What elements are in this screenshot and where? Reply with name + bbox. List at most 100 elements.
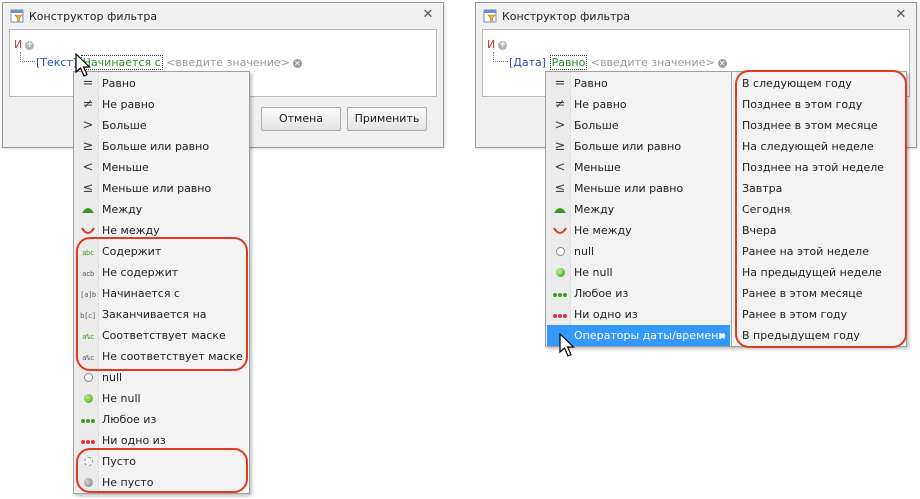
menu-item-label: Пусто — [102, 455, 136, 468]
tree-connector — [493, 52, 508, 62]
submenu-item[interactable]: Позднее в этом месяце — [742, 115, 878, 136]
not-between-icon — [78, 220, 98, 241]
between-icon — [78, 199, 98, 220]
menu-item-any-of[interactable]: Любое из — [75, 409, 248, 430]
none-of-icon — [78, 430, 98, 451]
submenu-item[interactable]: Позднее на этой неделе — [742, 157, 884, 178]
menu-item-label: Между — [102, 203, 143, 216]
menu-item-label: Не между — [102, 224, 160, 237]
menu-item-ends-with[interactable]: b[c] Заканчивается на — [75, 304, 248, 325]
menu-item-less[interactable]: < Меньше — [547, 157, 730, 178]
field-name[interactable]: [Текст] — [36, 56, 77, 69]
menu-item-greater[interactable]: > Больше — [75, 115, 248, 136]
menu-item-label: Больше — [574, 119, 619, 132]
date-operators-submenu: В следующем году Позднее в этом году Поздн… — [731, 71, 907, 347]
menu-item-between[interactable]: Между — [75, 199, 248, 220]
logic-operator[interactable]: И — [487, 38, 495, 51]
submenu-item[interactable]: Ранее в этом году — [742, 304, 847, 325]
window-title: Конструктор фильтра — [29, 10, 158, 23]
close-icon[interactable]: ✕ — [421, 8, 435, 22]
menu-item-label: Больше или равно — [574, 140, 682, 153]
add-condition-icon[interactable]: + — [25, 40, 35, 50]
menu-item-not-null[interactable]: Не null — [547, 262, 730, 283]
menu-item-label: Равно — [102, 77, 136, 90]
menu-item-not-like[interactable]: a%c Не соответствует маске — [75, 346, 248, 367]
menu-item-between[interactable]: Между — [547, 199, 730, 220]
menu-item-label: null — [574, 245, 595, 258]
menu-item-not-contains[interactable]: acb Не содержит — [75, 262, 248, 283]
menu-item-label: Начинается с — [102, 287, 180, 300]
field-name[interactable]: [Дата] — [509, 56, 546, 69]
not-contains-icon: acb — [82, 270, 94, 278]
menu-item-equals[interactable]: = Равно — [75, 73, 248, 94]
menu-item-not-equals[interactable]: ≠ Не равно — [547, 94, 730, 115]
cancel-button[interactable]: Отмена — [261, 107, 341, 131]
submenu-item[interactable]: Ранее на этой неделе — [742, 241, 869, 262]
menu-item-label: Больше — [102, 119, 147, 132]
begins-with-icon: [a]b — [80, 291, 96, 299]
null-icon — [78, 367, 98, 388]
submenu-item[interactable]: Завтра — [742, 178, 782, 199]
menu-item-not-equals[interactable]: ≠ Не равно — [75, 94, 248, 115]
menu-item-null[interactable]: null — [547, 241, 730, 262]
submenu-arrow-icon: ▶ — [719, 331, 726, 340]
menu-item-less-equal[interactable]: ≤ Меньше или равно — [75, 178, 248, 199]
operator-menu-right: = Равно ≠ Не равно > Больше ≥ Больше или равно <… — [545, 71, 732, 347]
submenu-item[interactable]: В предыдущем году — [742, 325, 860, 346]
add-condition-icon[interactable]: + — [498, 40, 508, 50]
menu-item-label: Между — [574, 203, 615, 216]
any-of-icon — [78, 409, 98, 430]
submenu-item[interactable]: В следующем году — [742, 73, 852, 94]
remove-condition-icon[interactable]: ✕ — [717, 58, 727, 68]
menu-item-less-equal[interactable]: ≤ Меньше или равно — [547, 178, 730, 199]
menu-item-label: Операторы даты/времени — [574, 329, 726, 342]
menu-item-contains[interactable]: abc Содержит — [75, 241, 248, 262]
submenu-item[interactable]: Ранее в этом месяце — [742, 283, 863, 304]
menu-item-not-empty[interactable]: Не пусто — [75, 472, 248, 493]
menu-item-none-of[interactable]: Ни одно из — [75, 430, 248, 451]
menu-item-less[interactable]: < Меньше — [75, 157, 248, 178]
menu-item-begins-with[interactable]: [a]b Начинается с — [75, 283, 248, 304]
mouse-pointer-icon — [559, 333, 575, 357]
menu-item-label: Любое из — [102, 413, 157, 426]
menu-item-like[interactable]: a%c Соответствует маске — [75, 325, 248, 346]
value-input[interactable]: <введите значение> — [166, 56, 290, 69]
menu-item-equals[interactable]: = Равно — [547, 73, 730, 94]
logic-operator[interactable]: И — [14, 38, 22, 51]
between-icon — [550, 199, 570, 220]
submenu-item[interactable]: На предыдущей неделе — [742, 262, 882, 283]
submenu-item[interactable]: На следующей неделе — [742, 136, 874, 157]
menu-item-label: Не равно — [574, 98, 627, 111]
submenu-item[interactable]: Вчера — [742, 220, 777, 241]
menu-item-label: Ни одно из — [102, 434, 166, 447]
any-of-icon — [550, 283, 570, 304]
menu-item-null[interactable]: null — [75, 367, 248, 388]
none-of-icon — [550, 304, 570, 325]
close-icon[interactable]: ✕ — [894, 8, 908, 22]
menu-item-greater-equal[interactable]: ≥ Больше или равно — [75, 136, 248, 157]
filter-app-icon — [10, 9, 24, 23]
menu-item-label: Не равно — [102, 98, 155, 111]
equals-icon: = — [554, 76, 566, 91]
menu-item-label: Не null — [574, 266, 613, 279]
remove-condition-icon[interactable]: ✕ — [292, 58, 302, 68]
menu-item-not-between[interactable]: Не между — [75, 220, 248, 241]
menu-item-greater-equal[interactable]: ≥ Больше или равно — [547, 136, 730, 157]
menu-item-not-null[interactable]: Не null — [75, 388, 248, 409]
menu-item-none-of[interactable]: Ни одно из — [547, 304, 730, 325]
operator-selector[interactable]: Равно — [549, 55, 588, 70]
submenu-item[interactable]: Сегодня — [742, 199, 790, 220]
menu-item-any-of[interactable]: Любое из — [547, 283, 730, 304]
menu-item-empty[interactable]: Пусто — [75, 451, 248, 472]
menu-item-label: Не null — [102, 392, 141, 405]
condition-row: [Дата] Равно <введите значение> ✕ — [509, 55, 727, 70]
submenu-item[interactable]: Позднее в этом году — [742, 94, 862, 115]
menu-item-greater[interactable]: > Больше — [547, 115, 730, 136]
not-equals-icon: ≠ — [82, 97, 94, 112]
menu-item-label: Не пусто — [102, 476, 154, 489]
apply-button[interactable]: Применить — [347, 107, 427, 131]
value-input[interactable]: <введите значение> — [591, 56, 715, 69]
not-null-icon — [550, 262, 570, 283]
like-icon: a%c — [82, 333, 94, 341]
menu-item-not-between[interactable]: Не между — [547, 220, 730, 241]
